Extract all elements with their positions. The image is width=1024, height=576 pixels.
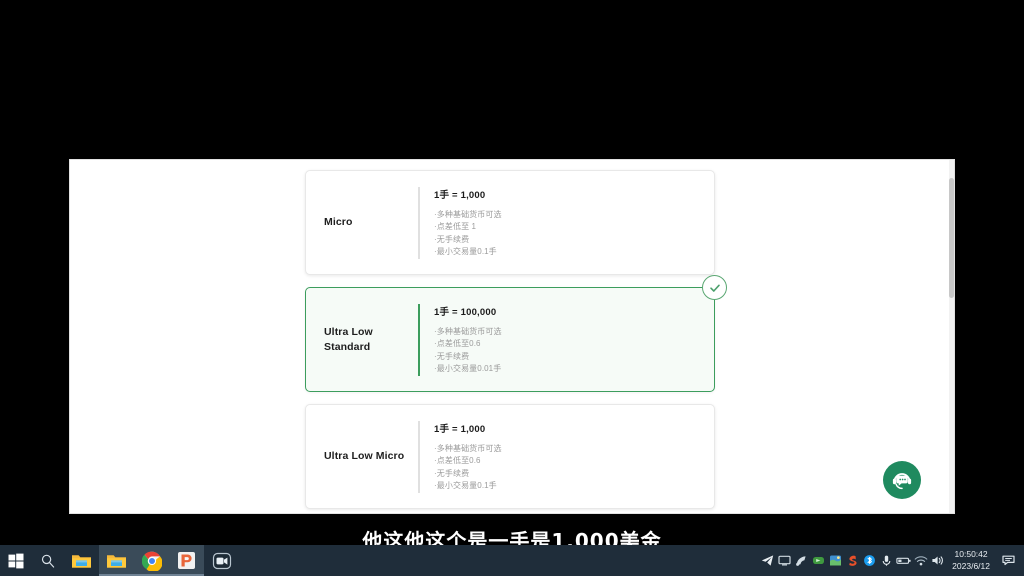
battery-icon[interactable] <box>895 545 912 576</box>
file-explorer-icon <box>72 554 91 568</box>
feature-item: ·点差低至0.6 <box>434 456 481 466</box>
feature-item: ·点差低至 1 <box>434 222 477 232</box>
live-support-button[interactable] <box>883 461 921 499</box>
taskbar-app-powerpoint[interactable] <box>169 545 204 576</box>
account-card-details: 1手 = 1,000 ·多种基础货币可选 ·点差低至 1 ·无手续费 ·最小交易… <box>420 187 714 259</box>
camera-recorder-icon <box>212 552 231 569</box>
taskbar-clock[interactable]: 10:50:42 2023/6/12 <box>946 549 998 572</box>
feature-item: ·最小交易量0.01手 <box>434 363 502 373</box>
clock-date: 2023/6/12 <box>952 560 990 571</box>
green-app-icon[interactable] <box>810 545 827 576</box>
wifi-icon[interactable] <box>912 545 929 576</box>
headset-chat-icon <box>892 473 912 490</box>
lot-size-line: 1手 = 1,000 <box>434 423 486 435</box>
page-scrollbar[interactable] <box>949 160 954 513</box>
file-explorer-icon <box>107 554 126 568</box>
feature-item: ·多种基础货币可选 <box>434 443 502 453</box>
account-card-title: Ultra Low Micro <box>324 450 405 463</box>
start-button[interactable] <box>0 545 32 576</box>
feature-item: ·无手续费 <box>434 234 470 244</box>
windows-start-icon <box>8 553 24 568</box>
feature-item: ·最小交易量0.1手 <box>434 246 497 256</box>
screen: Micro 1手 = 1,000 ·多种基础货币可选 ·点差低至 1 ·无手续费… <box>0 0 1024 576</box>
account-card-micro[interactable]: Micro 1手 = 1,000 ·多种基础货币可选 ·点差低至 1 ·无手续费… <box>305 170 715 275</box>
windows-taskbar: 10:50:42 2023/6/12 <box>0 545 1024 576</box>
check-icon <box>709 284 720 292</box>
microphone-icon[interactable] <box>878 545 895 576</box>
google-chrome-icon <box>141 551 162 571</box>
account-card-title: Ultra Low Standard <box>324 326 373 353</box>
notification-center-button[interactable] <box>998 545 1020 576</box>
scrollbar-thumb[interactable] <box>949 178 954 298</box>
page-content: Micro 1手 = 1,000 ·多种基础货币可选 ·点差低至 1 ·无手续费… <box>70 160 954 513</box>
feature-item: ·最小交易量0.1手 <box>434 480 497 490</box>
lot-size-line: 1手 = 100,000 <box>434 306 497 318</box>
account-card-title: Micro <box>324 216 353 229</box>
feature-item: ·无手续费 <box>434 351 470 361</box>
feature-item: ·点差低至0.6 <box>434 339 481 349</box>
account-card-details: 1手 = 100,000 ·多种基础货币可选 ·点差低至0.6 ·无手续费 ·最… <box>420 304 714 376</box>
notification-icon <box>1001 555 1015 565</box>
browser-page-viewport: Micro 1手 = 1,000 ·多种基础货币可选 ·点差低至 1 ·无手续费… <box>70 160 954 513</box>
volume-icon[interactable] <box>929 545 946 576</box>
taskbar-app-screen-recorder[interactable] <box>204 545 239 576</box>
display-icon[interactable] <box>776 545 793 576</box>
blue-world-icon[interactable] <box>827 545 844 576</box>
feature-item: ·无手续费 <box>434 468 470 478</box>
lot-size-line: 1手 = 1,000 <box>434 189 486 201</box>
system-tray: 10:50:42 2023/6/12 <box>759 545 1024 576</box>
snipaste-icon[interactable] <box>844 545 861 576</box>
satellite-icon[interactable] <box>793 545 810 576</box>
taskbar-search-button[interactable] <box>32 545 64 576</box>
account-type-card-list: Micro 1手 = 1,000 ·多种基础货币可选 ·点差低至 1 ·无手续费… <box>305 170 727 513</box>
account-card-ultra-low-micro[interactable]: Ultra Low Micro 1手 = 1,000 ·多种基础货币可选 ·点差… <box>305 404 715 509</box>
selected-check-badge <box>702 275 727 300</box>
account-card-ultra-low-standard[interactable]: Ultra Low Standard 1手 = 100,000 ·多种基础货币可… <box>305 275 727 392</box>
search-icon <box>41 554 55 568</box>
powerpoint-icon <box>178 552 195 569</box>
clock-time: 10:50:42 <box>954 549 988 560</box>
taskbar-app-file-explorer-active[interactable] <box>99 545 134 576</box>
taskbar-app-chrome[interactable] <box>134 545 169 576</box>
feature-item: ·多种基础货币可选 <box>434 326 502 336</box>
telegram-icon[interactable] <box>759 545 776 576</box>
feature-item: ·多种基础货币可选 <box>434 209 502 219</box>
account-card-details: 1手 = 1,000 ·多种基础货币可选 ·点差低至0.6 ·无手续费 ·最小交… <box>420 421 714 493</box>
taskbar-app-file-explorer[interactable] <box>64 545 99 576</box>
bluetooth-icon[interactable] <box>861 545 878 576</box>
